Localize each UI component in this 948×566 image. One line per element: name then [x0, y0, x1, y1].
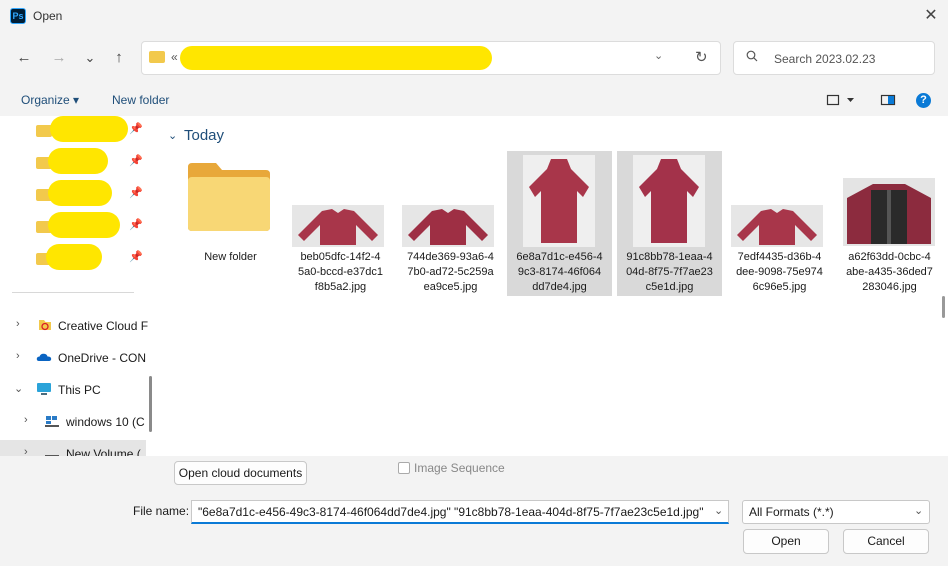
image-sequence-checkbox[interactable] [398, 462, 410, 474]
chevron-right-icon[interactable]: › [16, 318, 20, 330]
navigation-bar: ← → ⌄ ↑ « ⌄ ↻ Search 2023.02.23 [0, 32, 948, 84]
file-name: 91c8bb78-1eaa-4 04d-8f75-7f7ae23 c5e1d.j… [626, 251, 713, 293]
file-item-image[interactable]: beb05dfc-14f2-4 5a0-bccd-e37dc1 f8b5a2.j… [288, 151, 393, 296]
navigation-pane: 📌 📌 📌 📌 📌 › Creative Cloud F › OneDrive … [0, 116, 158, 456]
cancel-button[interactable]: Cancel [843, 529, 929, 554]
drive-icon [45, 455, 59, 456]
search-box[interactable]: Search 2023.02.23 [733, 41, 935, 75]
creative-cloud-icon [39, 320, 51, 331]
this-pc-icon [37, 383, 51, 395]
image-sequence-label: Image Sequence [414, 461, 505, 475]
title-bar: Ps Open ✕ [0, 0, 948, 32]
sidebar-item-label: OneDrive - CON [58, 351, 147, 365]
jacket-thumbnail [843, 178, 935, 246]
file-item-image-selected[interactable]: 91c8bb78-1eaa-4 04d-8f75-7f7ae23 c5e1d.j… [617, 151, 722, 296]
window-title: Open [33, 9, 63, 23]
sidebar-item-this-pc[interactable]: ⌄ This PC [0, 376, 146, 404]
redacted-path [180, 46, 492, 70]
search-input[interactable]: Search 2023.02.23 [774, 52, 875, 66]
file-name: 6e8a7d1c-e456-4 9c3-8174-46f064 dd7de4.j… [516, 251, 603, 293]
redacted-label [50, 116, 128, 142]
view-options-icon[interactable] [826, 92, 856, 108]
jacket-thumbnail [633, 155, 705, 247]
redacted-label [46, 244, 102, 270]
file-name: beb05dfc-14f2-4 5a0-bccd-e37dc1 f8b5a2.j… [297, 251, 383, 293]
new-folder-button[interactable]: New folder [112, 93, 169, 107]
file-type-select[interactable]: All Formats (*.*) [742, 500, 930, 524]
sidebar-item-label: This PC [58, 383, 101, 397]
redacted-label [48, 212, 120, 238]
file-name-label: File name: [133, 504, 190, 518]
pin-icon: 📌 [129, 219, 143, 231]
group-header[interactable]: Today [184, 127, 224, 144]
chevron-down-icon[interactable]: ⌄ [14, 382, 23, 395]
chevron-down-icon[interactable]: ⌄ [168, 129, 177, 142]
help-icon[interactable]: ? [916, 93, 931, 108]
forward-icon[interactable]: → [47, 47, 71, 69]
file-name-field[interactable]: "6e8a7d1c-e456-49c3-8174-46f064dd7de4.jp… [191, 500, 729, 524]
file-name: 744de369-93a6-4 7b0-ad72-5c259a ea9ce5.j… [407, 251, 494, 293]
open-button[interactable]: Open [743, 529, 829, 554]
quick-access-item[interactable]: 📌 [36, 148, 146, 174]
recent-locations-icon[interactable]: ⌄ [78, 47, 102, 69]
organize-button[interactable]: Organize ▾ [21, 93, 79, 107]
sidebar-item-windows-drive[interactable]: › windows 10 (C [0, 408, 146, 436]
quick-access-item[interactable]: 📌 [36, 212, 146, 238]
sidebar-item-label: New Volume ( [66, 447, 141, 456]
close-icon[interactable]: ✕ [916, 4, 946, 28]
sidebar-item-label: Creative Cloud F [58, 319, 149, 333]
back-icon[interactable]: ← [12, 47, 36, 69]
chevron-down-icon[interactable]: ⌄ [914, 504, 923, 517]
photoshop-icon: Ps [10, 8, 26, 24]
pin-icon: 📌 [129, 155, 143, 167]
divider [12, 292, 134, 293]
sidebar-item-label: windows 10 (C [66, 415, 145, 429]
sidebar-item-new-volume[interactable]: › New Volume ( [0, 440, 146, 456]
address-bar[interactable]: « ⌄ ↻ [141, 41, 721, 75]
file-name: New folder [204, 251, 257, 263]
chevron-right-icon[interactable]: › [24, 446, 28, 456]
jacket-thumbnail [523, 155, 595, 247]
folder-icon [149, 51, 165, 63]
file-name: a62f63dd-0cbc-4 abe-a435-36ded7 283046.j… [846, 251, 933, 293]
pin-icon: 📌 [129, 123, 143, 135]
preview-pane-icon[interactable] [880, 92, 896, 108]
folder-icon [188, 163, 270, 231]
file-name: 7edf4435-d36b-4 dee-9098-75e974 6c96e5.j… [736, 251, 823, 293]
up-icon[interactable]: ↑ [107, 47, 131, 69]
sidebar-scrollbar[interactable] [149, 376, 152, 432]
search-icon [746, 50, 758, 62]
file-item-image-selected[interactable]: 6e8a7d1c-e456-4 9c3-8174-46f064 dd7de4.j… [507, 151, 612, 296]
redacted-label [48, 148, 108, 174]
jacket-thumbnail [731, 205, 823, 247]
quick-access-item[interactable]: 📌 [36, 116, 146, 142]
chevron-down-icon[interactable]: ⌄ [714, 504, 723, 517]
breadcrumb-overflow[interactable]: « [171, 50, 178, 64]
quick-access-item[interactable]: 📌 [36, 244, 146, 270]
refresh-icon[interactable]: ↻ [695, 48, 708, 66]
chevron-right-icon[interactable]: › [16, 350, 20, 362]
dialog-footer: Open cloud documents Image Sequence File… [0, 456, 948, 566]
file-item-folder[interactable]: New folder [178, 151, 283, 296]
chevron-right-icon[interactable]: › [24, 414, 28, 426]
chevron-down-icon[interactable]: ⌄ [654, 49, 663, 62]
file-list: ⌄ Today New folder beb05dfc-14f2-4 5a0-b… [158, 116, 948, 456]
quick-access-item[interactable]: 📌 [36, 180, 146, 206]
open-cloud-documents-button[interactable]: Open cloud documents [174, 461, 307, 485]
sidebar-item-creative-cloud[interactable]: › Creative Cloud F [0, 312, 149, 340]
pin-icon: 📌 [129, 187, 143, 199]
sidebar-item-onedrive[interactable]: › OneDrive - CON [0, 344, 146, 372]
content-scrollbar[interactable] [942, 296, 945, 318]
jacket-thumbnail [292, 205, 384, 247]
drive-icon [45, 416, 59, 427]
redacted-label [48, 180, 112, 206]
pin-icon: 📌 [129, 251, 143, 263]
jacket-thumbnail [402, 205, 494, 247]
onedrive-icon [36, 353, 52, 361]
file-item-image[interactable]: a62f63dd-0cbc-4 abe-a435-36ded7 283046.j… [837, 151, 942, 296]
file-item-image[interactable]: 744de369-93a6-4 7b0-ad72-5c259a ea9ce5.j… [398, 151, 503, 296]
file-item-image[interactable]: 7edf4435-d36b-4 dee-9098-75e974 6c96e5.j… [727, 151, 832, 296]
command-bar: Organize ▾ New folder ? [0, 84, 948, 116]
